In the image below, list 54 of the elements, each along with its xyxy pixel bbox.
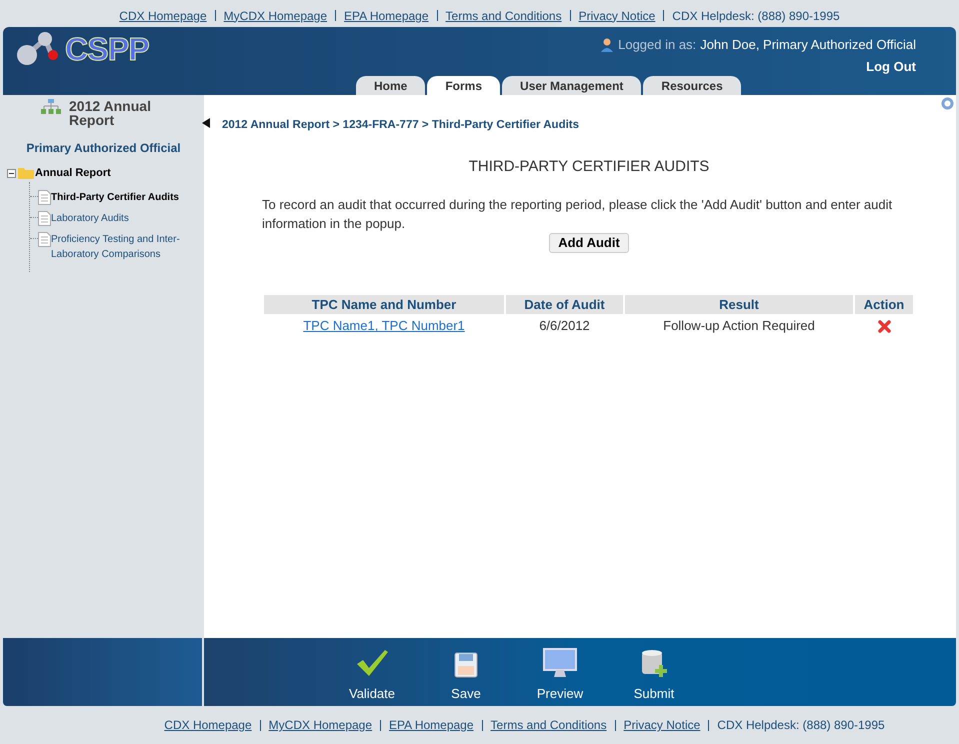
footer-link[interactable]: EPA Homepage <box>344 6 429 24</box>
nav-tab[interactable]: User Management <box>502 76 642 95</box>
column-header: Result <box>625 294 853 314</box>
logo-text: CSPP <box>65 30 149 69</box>
page-heading: THIRD-PARTY CERTIFIER AUDITS <box>468 157 710 178</box>
checkmark-icon <box>355 648 389 678</box>
user-name: John Doe, Primary Authorized Official <box>700 36 916 54</box>
nav-tab[interactable]: Resources <box>643 76 741 95</box>
footer-link[interactable]: MyCDX Homepage <box>268 716 372 734</box>
document-icon <box>38 190 51 204</box>
nav-tab[interactable]: Forms <box>427 76 500 95</box>
toolbar-button[interactable]: Validate <box>344 648 400 703</box>
monitor-icon <box>543 648 577 678</box>
footer-link[interactable]: CDX Homepage <box>164 716 252 734</box>
molecule-logo-icon <box>15 31 61 67</box>
instructions-text: To record an audit that occurred during the reporting period, please click the 'Add Audit' button and enter audit information in the popup. <box>261 196 894 233</box>
table-cell-text: 6/6/2012 <box>538 317 591 336</box>
document-icon <box>38 210 51 226</box>
table-cell-text: Follow-up Action Required <box>662 317 816 336</box>
delete-icon[interactable] <box>878 320 890 334</box>
helpdesk-text: CDX Helpdesk: (888) 890-1995 <box>672 8 840 24</box>
role-label: Primary Authorized Official <box>25 140 182 157</box>
audit-link[interactable]: TPC Name1, TPC Number1 <box>303 318 465 334</box>
toolbar-button[interactable]: Submit <box>626 648 682 703</box>
collapse-arrow-icon <box>202 118 210 128</box>
document-icon <box>38 232 51 246</box>
folder-icon <box>18 167 34 180</box>
footer-link[interactable]: EPA Homepage <box>389 716 474 734</box>
column-header: Action <box>855 294 913 314</box>
tree-item[interactable]: Annual Report <box>35 165 111 182</box>
footer-link[interactable]: Privacy Notice <box>578 6 656 24</box>
breadcrumb: 2012 Annual Report > 1234-FRA-777 > Third-Party Certifier Audits <box>222 118 580 133</box>
footer-link[interactable]: CDX Homepage <box>119 6 207 24</box>
logged-in-label: Logged in as: <box>618 36 696 54</box>
footer-link[interactable]: MyCDX Homepage <box>224 6 328 24</box>
tree-item[interactable]: Proficiency Testing and Inter-Laboratory Comparisons <box>51 232 186 262</box>
toolbar-button[interactable]: Save <box>438 652 494 703</box>
tree-item[interactable]: Laboratory Audits <box>51 210 186 226</box>
column-header: TPC Name and Number <box>264 294 504 314</box>
logout-link[interactable]: Log Out <box>866 56 916 76</box>
helpdesk-text: CDX Helpdesk: (888) 890-1995 <box>717 717 885 734</box>
tree-item[interactable]: Third-Party Certifier Audits <box>51 190 186 204</box>
column-header: Date of Audit <box>506 294 623 314</box>
toolbar-button[interactable]: Preview <box>532 648 588 703</box>
footer-link[interactable]: Privacy Notice <box>624 716 700 734</box>
hierarchy-icon <box>41 99 61 115</box>
footer-link[interactable]: Terms and Conditions <box>446 6 562 24</box>
footer-link[interactable]: Terms and Conditions <box>490 716 607 734</box>
sidebar-title: 2012 Annual Report <box>69 99 152 127</box>
add-audit-button[interactable]: Add Audit <box>549 232 629 253</box>
nav-tab[interactable]: Home <box>356 76 426 95</box>
user-icon <box>600 38 614 52</box>
collapse-toggle[interactable] <box>7 168 16 178</box>
database-add-icon <box>639 648 669 678</box>
